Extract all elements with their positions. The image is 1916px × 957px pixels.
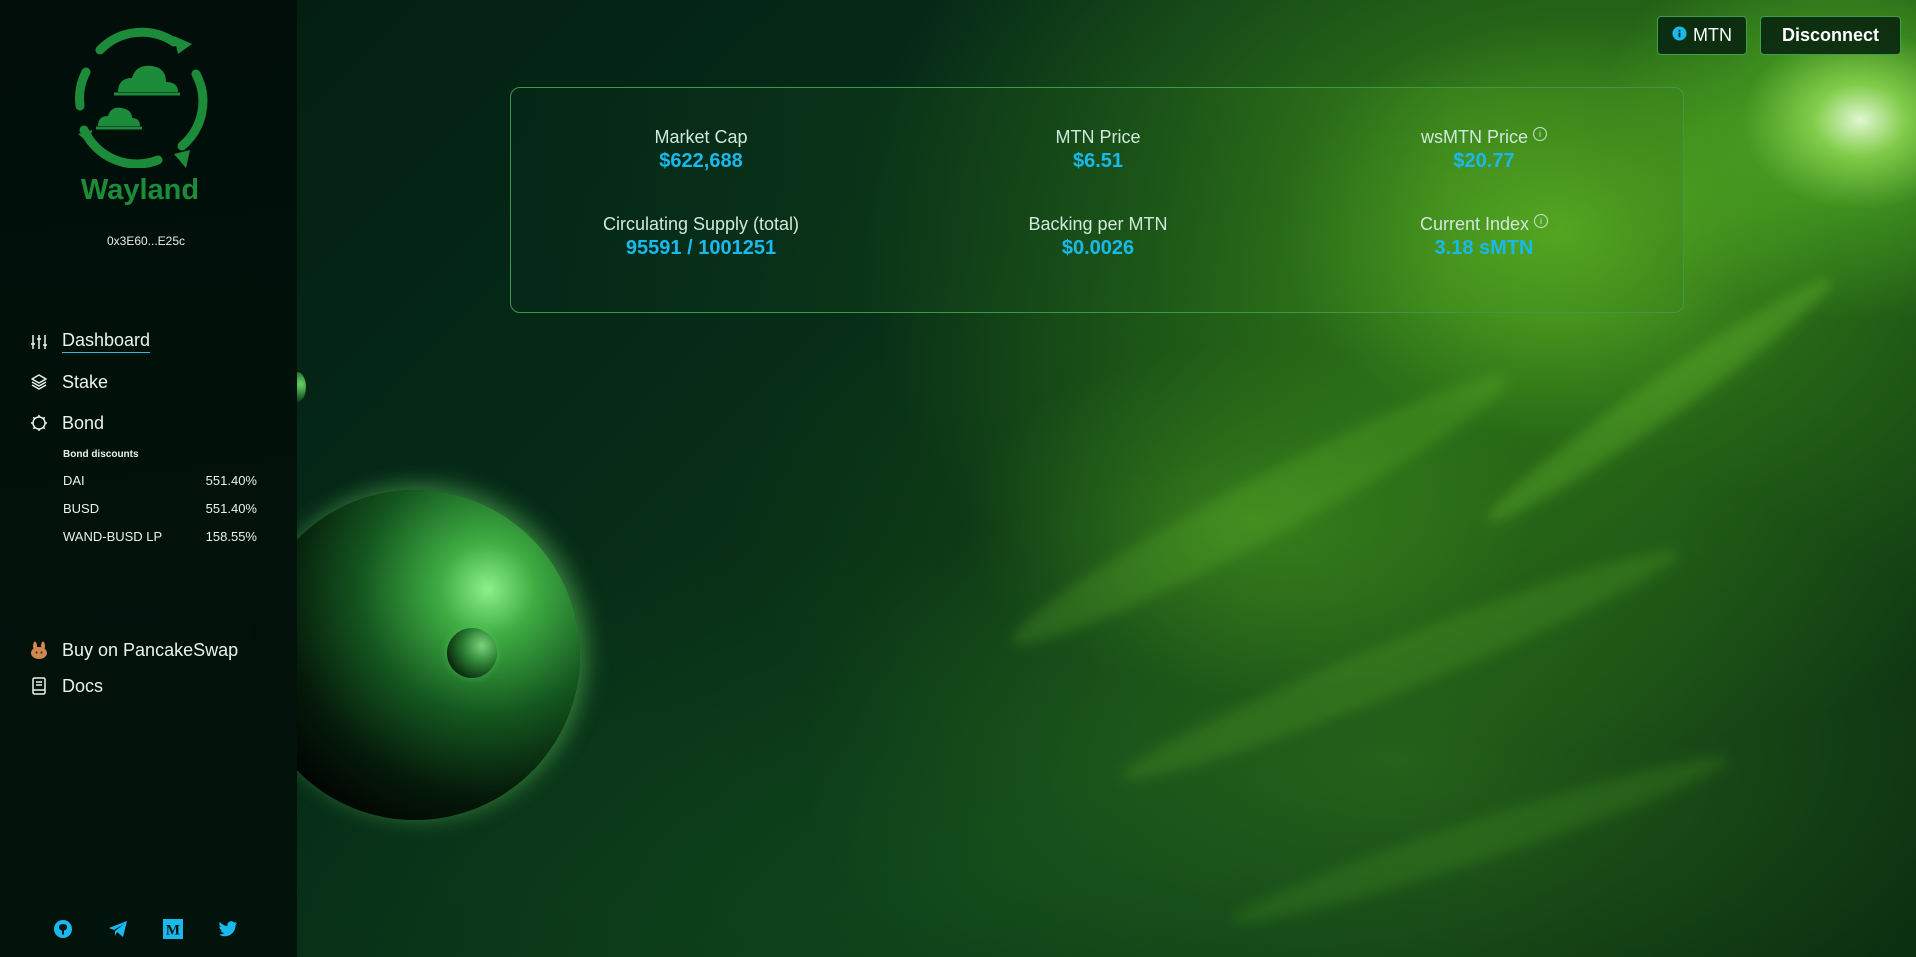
docs-icon <box>28 675 50 697</box>
link-label: Docs <box>62 675 104 696</box>
svg-text:M: M <box>166 923 180 939</box>
telegram-icon[interactable] <box>107 918 129 940</box>
pancakeswap-icon <box>28 639 50 661</box>
bond-discount-value: 551.40% <box>205 501 257 516</box>
info-icon[interactable]: i <box>1534 213 1549 228</box>
brand-name: Wayland <box>80 174 200 206</box>
link-pancakeswap[interactable]: Buy on PancakeSwap <box>28 639 238 661</box>
nav-dashboard[interactable]: Dashboard <box>28 330 151 353</box>
stat-mtn-price: MTN Price $6.51 <box>908 127 1288 173</box>
planet-image <box>250 490 580 820</box>
stat-value: $20.77 <box>1453 150 1515 172</box>
wallet-address[interactable]: 0x3E60...E25c <box>60 234 232 248</box>
wayland-logo[interactable] <box>70 22 210 168</box>
medium-icon[interactable]: M <box>162 918 184 940</box>
bond-discount-value: 158.55% <box>205 529 257 544</box>
stat-market-cap: Market Cap $622,688 <box>511 127 891 173</box>
bond-name: BUSD <box>63 501 100 516</box>
nav-label: Stake <box>62 371 109 392</box>
stat-value: $622,688 <box>659 150 743 172</box>
nav-stake[interactable]: Stake <box>28 371 108 393</box>
stat-label: Market Cap <box>654 127 748 147</box>
nav-bond[interactable]: Bond <box>28 412 104 434</box>
bond-discount-row[interactable]: DAI 551.40% <box>63 473 257 488</box>
bond-discount-value: 551.40% <box>205 473 257 488</box>
bond-discount-row[interactable]: WAND-BUSD LP 158.55% <box>63 529 257 544</box>
stat-value: $6.51 <box>1072 150 1124 172</box>
disconnect-button[interactable]: Disconnect <box>1760 16 1901 55</box>
stats-panel: Market Cap $622,688 MTN Price $6.51 wsMT… <box>510 87 1684 313</box>
sidebar: Wayland 0x3E60...E25c Dashboard Stake Bo… <box>0 0 297 957</box>
sliders-icon <box>28 331 50 353</box>
stat-label: Current Index i <box>1294 213 1674 235</box>
stat-label: wsMTN Price i <box>1294 126 1674 148</box>
bond-discount-row[interactable]: BUSD 551.40% <box>63 501 257 516</box>
light-streak <box>998 352 1522 668</box>
token-info-button[interactable]: MTN <box>1657 16 1747 55</box>
stat-circulating-supply: Circulating Supply (total) 95591 / 10012… <box>511 214 891 260</box>
stat-label: MTN Price <box>1055 127 1141 147</box>
info-icon <box>1672 25 1687 46</box>
stat-label: Backing per MTN <box>1028 214 1168 234</box>
token-label: MTN <box>1693 25 1732 45</box>
nav-label: Dashboard <box>62 330 151 353</box>
stat-label: Circulating Supply (total) <box>602 214 800 234</box>
stat-value: 3.18 sMTN <box>1434 237 1534 259</box>
moon-image <box>447 628 497 678</box>
stat-wsmtn-price: wsMTN Price i $20.77 <box>1294 126 1674 173</box>
bond-name: DAI <box>63 473 85 488</box>
link-label: Buy on PancakeSwap <box>62 639 239 660</box>
bond-discounts-title: Bond discounts <box>63 449 139 460</box>
stat-value: 95591 / 1001251 <box>625 237 777 259</box>
twitter-icon[interactable] <box>217 918 239 940</box>
github-icon[interactable] <box>52 918 74 940</box>
link-docs[interactable]: Docs <box>28 675 103 697</box>
bond-name: WAND-BUSD LP <box>63 529 163 544</box>
stat-backing: Backing per MTN $0.0026 <box>908 214 1288 260</box>
light-streak <box>1112 529 1688 801</box>
social-links: M <box>52 918 239 940</box>
stat-value: $0.0026 <box>1061 237 1135 259</box>
info-icon[interactable]: i <box>1533 126 1547 141</box>
nav-label: Bond <box>62 412 105 433</box>
bond-icon <box>28 412 50 434</box>
stat-current-index: Current Index i 3.18 sMTN <box>1294 213 1674 260</box>
light-streak <box>1226 740 1734 940</box>
layers-icon <box>28 371 50 393</box>
